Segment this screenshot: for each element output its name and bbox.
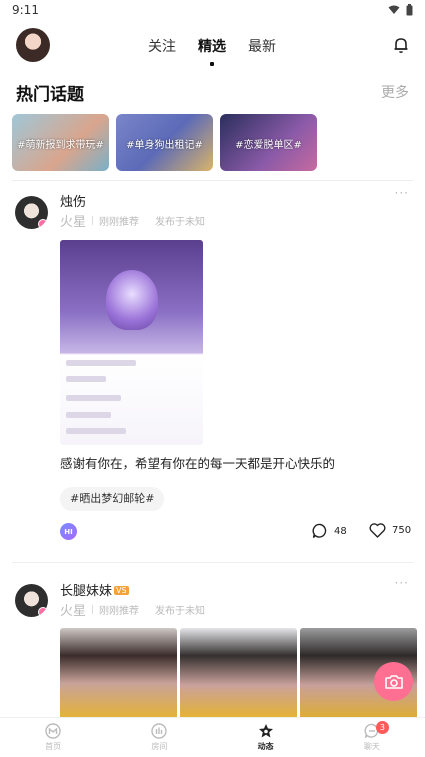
post-username[interactable]: 长腿妹妹 VS: [60, 580, 129, 599]
post-photo[interactable]: [180, 628, 297, 720]
vip-badge: VS: [114, 586, 129, 595]
like-count: 750: [392, 525, 412, 536]
heart-icon: [369, 523, 386, 538]
topic-label: #萌新报到求带玩#: [17, 140, 104, 151]
recommend-label: 刚刚推荐: [99, 606, 140, 617]
comment-button[interactable]: 48: [312, 523, 347, 539]
tabbar-item-home[interactable]: 首页: [0, 718, 106, 757]
home-icon: [45, 723, 61, 739]
topic-label: #单身狗出租记#: [126, 140, 203, 151]
published-label: 发布于未知: [155, 606, 206, 617]
post-avatar[interactable]: [15, 196, 48, 229]
my-avatar[interactable]: [16, 28, 50, 62]
hi-badge[interactable]: HI: [60, 523, 77, 540]
tabbar-label: 动态: [257, 742, 274, 751]
battery-icon: [406, 4, 413, 16]
post-divider: [12, 562, 413, 563]
gender-badge: [38, 607, 48, 617]
topic-card-romance[interactable]: #恋爱脱单区#: [220, 114, 317, 171]
photo-grid: [60, 628, 417, 720]
post-username[interactable]: 烛伤: [60, 191, 86, 210]
topic-label: #恋爱脱单区#: [235, 140, 302, 151]
tabbar-label: 首页: [45, 742, 62, 751]
tabbar-item-moments[interactable]: 动态: [213, 718, 319, 757]
topic-card-newbie[interactable]: #萌新报到求带玩#: [12, 114, 109, 171]
planet-label: 火星: [60, 215, 87, 230]
post-text: 感谢有你在，希望有你在的每一天都是开心快乐的: [60, 456, 336, 471]
like-button[interactable]: 750: [369, 523, 411, 538]
status-bar: 9:11: [0, 0, 425, 22]
tabbar-item-room[interactable]: 房间: [106, 718, 212, 757]
room-icon: [151, 723, 168, 739]
tabbar-label: 房间: [151, 742, 168, 751]
post-image[interactable]: [60, 240, 203, 445]
status-time: 9:11: [12, 3, 39, 17]
post-meta: 火星 刚刚推荐 发布于未知: [60, 600, 205, 619]
tab-featured[interactable]: 精选: [198, 36, 226, 66]
post-meta: 火星 刚刚推荐 发布于未知: [60, 211, 205, 230]
tab-following[interactable]: 关注: [148, 36, 176, 56]
more-options-icon[interactable]: ···: [395, 186, 409, 200]
post-photo[interactable]: [60, 628, 177, 720]
bottom-tab-bar: 首页 房间 动态 3 聊天: [0, 717, 425, 757]
tabbar-item-chat[interactable]: 3 聊天: [319, 718, 425, 757]
more-link[interactable]: 更多: [381, 82, 409, 102]
post-tag-chip[interactable]: #晒出梦幻邮轮#: [60, 487, 165, 511]
bell-icon[interactable]: [393, 36, 409, 54]
feed-tabs: 关注 精选 最新: [148, 36, 276, 66]
tabbar-label: 聊天: [363, 742, 380, 751]
planet-label: 火星: [60, 604, 87, 619]
comment-count: 48: [334, 525, 347, 537]
recommend-label: 刚刚推荐: [99, 217, 140, 228]
top-header: 关注 精选 最新: [0, 24, 425, 70]
hot-topics-title: 热门话题: [16, 85, 84, 105]
post-avatar[interactable]: [15, 584, 48, 617]
topic-list: #萌新报到求带玩# #单身狗出租记# #恋爱脱单区#: [12, 114, 317, 171]
gem-illustration: [106, 270, 158, 330]
camera-button[interactable]: [374, 662, 413, 701]
section-divider: [12, 180, 413, 181]
published-label: 发布于未知: [155, 217, 206, 228]
moments-icon: [258, 724, 273, 738]
comment-icon: [312, 523, 327, 538]
unread-badge: 3: [375, 721, 389, 734]
more-options-icon[interactable]: ···: [395, 576, 409, 590]
topic-card-single[interactable]: #单身狗出租记#: [116, 114, 213, 171]
tab-latest[interactable]: 最新: [248, 36, 276, 56]
camera-icon: [384, 674, 403, 689]
gender-badge: [38, 219, 48, 229]
wifi-icon: [388, 5, 400, 14]
